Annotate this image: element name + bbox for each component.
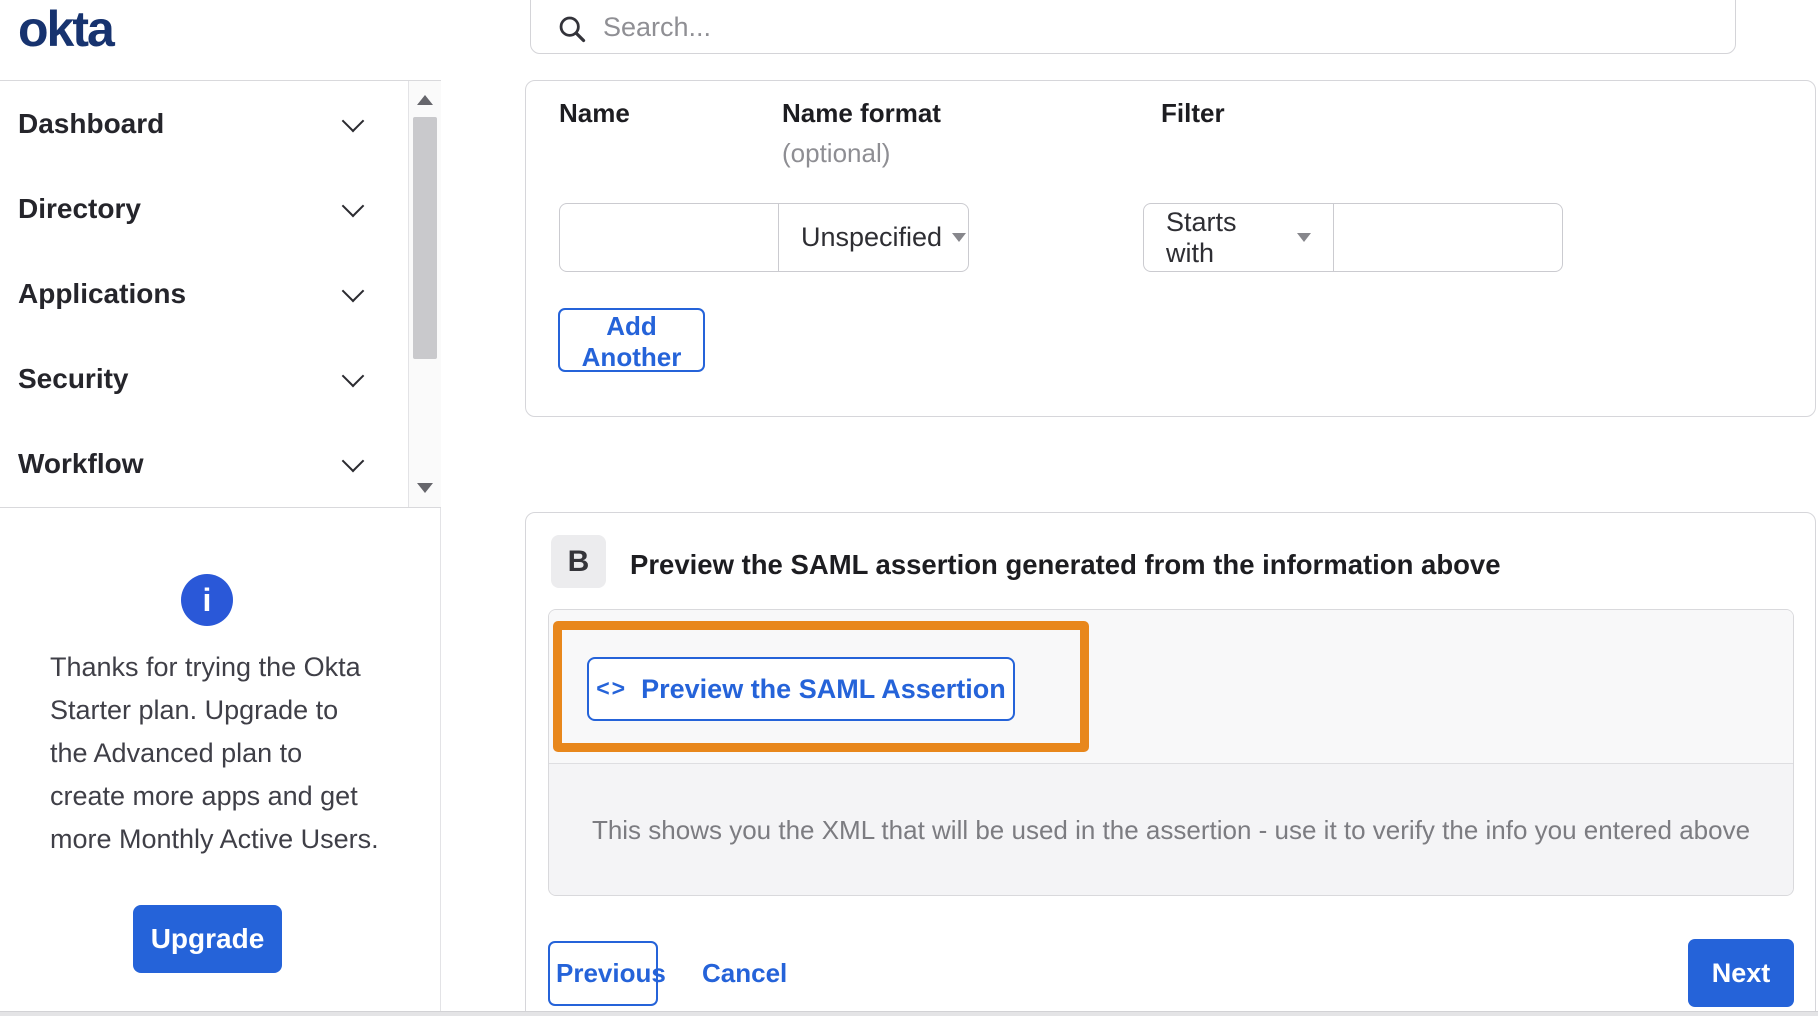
next-button[interactable]: Next — [1688, 939, 1794, 1007]
triangle-up-icon — [417, 95, 433, 105]
sidebar-item-security[interactable]: Security — [0, 336, 441, 421]
scrollbar-thumb[interactable] — [413, 117, 437, 359]
scroll-down-arrow[interactable] — [409, 473, 441, 503]
attribute-statements-card: Name Name format (optional) Filter Unspe… — [525, 80, 1816, 417]
sidebar-item-dashboard[interactable]: Dashboard — [0, 81, 441, 166]
promo-text-line: Thanks for trying the Okta — [50, 652, 361, 682]
search-input[interactable] — [603, 10, 1603, 44]
attribute-name-input[interactable] — [560, 204, 778, 271]
sidebar-item-applications[interactable]: Applications — [0, 251, 441, 336]
filter-value-field[interactable] — [1333, 203, 1563, 272]
promo-text-line: more Monthly Active Users. — [50, 824, 379, 854]
preview-saml-assertion-label: Preview the SAML Assertion — [641, 673, 1006, 704]
chevron-down-icon — [341, 194, 365, 217]
okta-logo[interactable]: okta — [18, 0, 115, 58]
sidebar-item-directory[interactable]: Directory — [0, 166, 441, 251]
plan-promo-text: Thanks for trying the Okta Starter plan.… — [50, 646, 379, 861]
dropdown-caret-icon — [1297, 233, 1311, 242]
name-column-label: Name — [559, 98, 630, 128]
promo-text-line: the Advanced plan to — [50, 738, 303, 768]
preview-panel-caption-area: This shows you the XML that will be used… — [549, 764, 1793, 895]
preview-assertion-card: B Preview the SAML assertion generated f… — [525, 512, 1816, 1016]
horizontal-scrollbar-track[interactable] — [0, 1011, 1818, 1016]
sidebar-item-label: Dashboard — [18, 107, 165, 139]
filter-operator-select[interactable]: Starts with — [1143, 203, 1334, 272]
attribute-name-field[interactable] — [559, 203, 779, 272]
search-icon — [559, 16, 586, 43]
name-format-select[interactable]: Unspecified — [778, 203, 969, 272]
preview-panel-caption: This shows you the XML that will be used… — [591, 814, 1751, 845]
filter-operator-selected-value: Starts with — [1166, 206, 1237, 268]
code-icon: <> — [596, 674, 628, 701]
info-icon: i — [181, 574, 233, 626]
cancel-link[interactable]: Cancel — [696, 941, 793, 1006]
upgrade-button[interactable]: Upgrade — [133, 905, 282, 973]
preview-section-title: Preview the SAML assertion generated fro… — [630, 549, 1501, 580]
sidebar-item-label: Workflow — [18, 447, 144, 479]
name-format-selected-value: Unspecified — [801, 222, 943, 252]
sidebar-item-label: Security — [18, 362, 129, 394]
sidebar-nav: Dashboard Directory Applications Securit… — [0, 80, 441, 508]
sidebar-item-workflow[interactable]: Workflow — [0, 421, 441, 506]
okta-admin-app: okta Dashboard Directory Applications Se… — [0, 0, 1818, 1016]
dropdown-caret-icon — [952, 233, 967, 242]
search-bar[interactable] — [530, 0, 1736, 54]
step-badge: B — [551, 535, 606, 588]
preview-saml-assertion-button[interactable]: <> Preview the SAML Assertion — [587, 657, 1015, 721]
name-format-column-label: Name format — [782, 98, 941, 128]
add-another-button[interactable]: Add Another — [558, 308, 705, 372]
name-format-hint: (optional) — [782, 138, 891, 168]
promo-text-line: create more apps and get — [50, 781, 358, 811]
preview-panel: <> Preview the SAML Assertion This shows… — [548, 609, 1794, 896]
scroll-up-arrow[interactable] — [409, 85, 441, 115]
chevron-down-icon — [341, 449, 365, 472]
previous-button[interactable]: Previous — [548, 941, 666, 1006]
sidebar-scrollbar[interactable] — [408, 81, 441, 507]
sidebar-item-label: Directory — [18, 192, 141, 224]
sidebar-item-label: Applications — [18, 277, 187, 309]
filter-value-input[interactable] — [1334, 204, 1562, 271]
chevron-down-icon — [341, 109, 365, 132]
triangle-down-icon — [417, 483, 433, 493]
preview-panel-top: <> Preview the SAML Assertion — [549, 610, 1793, 764]
promo-text-line: Starter plan. Upgrade to — [50, 695, 339, 725]
filter-column-label: Filter — [1161, 98, 1225, 128]
chevron-down-icon — [341, 364, 365, 387]
chevron-down-icon — [341, 279, 365, 302]
